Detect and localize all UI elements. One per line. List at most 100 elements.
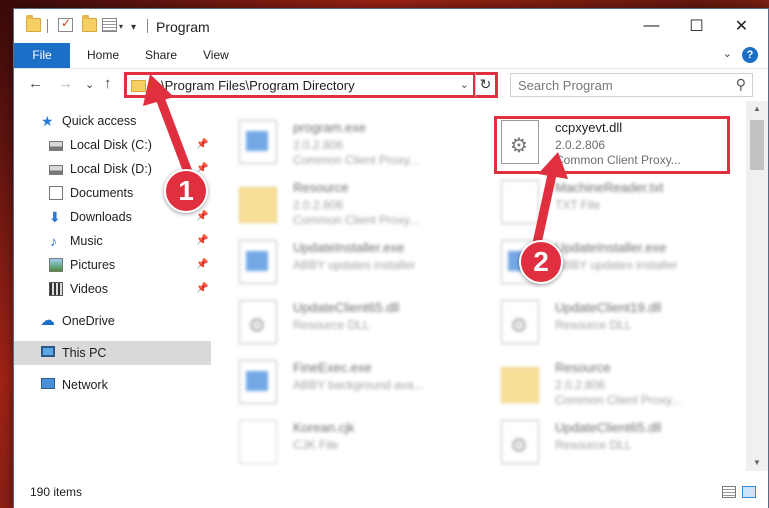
up-button[interactable]: ↑ — [104, 75, 112, 92]
file-type: Resource DLL — [555, 438, 632, 452]
sidebar-item-label: Local Disk (C:) — [70, 138, 152, 152]
back-button[interactable]: ← — [28, 75, 43, 92]
cjk-file-icon — [239, 420, 277, 464]
sidebar-item-label: Local Disk (D:) — [70, 162, 152, 176]
ribbon-controls: ⌄ ? — [723, 47, 758, 63]
file-version: 2.0.2.806 — [555, 378, 606, 392]
tab-share[interactable]: Share — [145, 43, 177, 68]
sidebar-item-label: This PC — [62, 346, 107, 360]
new-folder-icon[interactable] — [82, 15, 97, 32]
minimize-button[interactable]: — — [629, 9, 674, 43]
exe-icon — [239, 240, 277, 284]
file-description: Common Client Proxy... — [293, 213, 419, 227]
file-name: UpdateClient65.dll — [555, 420, 662, 435]
file-tile[interactable]: Korean.cjk CJK File — [223, 415, 463, 471]
file-explorer-window: ▾ ▾ Program — ☐ ✕ File Home Share View ⌄… — [13, 8, 769, 508]
dll-icon — [501, 420, 539, 464]
customize-toolbar-icon[interactable]: ▾ — [131, 22, 136, 33]
file-name: FineExec.exe — [293, 360, 372, 375]
scrollbar-thumb[interactable] — [750, 120, 764, 170]
search-box[interactable]: Search Program ⚲ — [510, 73, 753, 97]
view-toggle — [722, 486, 756, 498]
sidebar-item-local-disk-c[interactable]: Local Disk (C:) 📌 — [14, 133, 211, 157]
file-description: ABBY updates installer — [293, 258, 416, 272]
recent-locations-button[interactable]: ⌄ — [85, 78, 94, 91]
download-icon: ⬇ — [49, 209, 61, 225]
file-tile[interactable]: UpdateClient65.dll Resource DLL — [485, 415, 725, 471]
sidebar-item-label: Downloads — [70, 210, 132, 224]
step-2-badge: 2 — [519, 240, 563, 284]
exe-icon — [239, 120, 277, 164]
pin-icon[interactable]: 📌 — [196, 133, 208, 157]
tiles-view-icon[interactable] — [742, 486, 756, 498]
pictures-icon — [49, 258, 63, 272]
file-description: Common Client Proxy... — [555, 393, 681, 407]
file-tile[interactable]: Resource 2.0.2.806 Common Client Proxy..… — [223, 175, 463, 231]
divider — [147, 19, 148, 33]
divider — [47, 19, 48, 33]
sidebar-item-label: Network — [62, 378, 108, 392]
disk-icon — [49, 165, 63, 175]
sidebar-item-label: Pictures — [70, 258, 116, 272]
sidebar-item-label: Quick access — [62, 114, 137, 128]
expand-ribbon-icon[interactable]: ⌄ — [723, 47, 732, 63]
file-name: MachineReader.txt — [555, 180, 664, 195]
details-view-icon[interactable] — [722, 486, 736, 498]
address-path[interactable]: C:\Program Files\Program Directory — [148, 78, 355, 93]
pin-icon[interactable]: 📌 — [196, 253, 208, 277]
close-button[interactable]: ✕ — [719, 9, 764, 43]
search-input[interactable]: Search Program — [518, 78, 613, 93]
tab-home[interactable]: Home — [87, 43, 119, 68]
file-tile[interactable]: UpdateInstaller.exe ABBY updates install… — [223, 235, 463, 291]
properties-check-icon[interactable] — [58, 16, 73, 32]
window-title: Program — [156, 19, 210, 35]
this-pc-icon — [41, 346, 55, 357]
scroll-up-arrow-icon[interactable]: ▲ — [746, 101, 768, 117]
quick-access-toolbar-icon[interactable] — [102, 18, 117, 32]
file-name: UpdateClient65.dll — [293, 300, 400, 315]
onedrive-icon: ☁ — [40, 312, 55, 329]
maximize-button[interactable]: ☐ — [674, 9, 719, 43]
file-tile[interactable]: UpdateClient19.dll Resource DLL — [485, 295, 725, 351]
file-version: 2.0.2.806 — [293, 138, 344, 152]
file-tile[interactable]: FineExec.exe ABBY background ava... — [223, 355, 463, 411]
chevron-down-icon[interactable]: ⌄ — [460, 78, 469, 91]
sidebar-item-this-pc[interactable]: This PC — [14, 341, 211, 365]
file-tile[interactable]: Resource 2.0.2.806 Common Client Proxy..… — [485, 355, 725, 411]
sidebar-item-network[interactable]: Network — [14, 373, 211, 397]
pin-icon[interactable]: 📌 — [196, 229, 208, 253]
file-type: Resource DLL — [293, 318, 370, 332]
tab-view[interactable]: View — [203, 43, 229, 68]
file-description: ABBY background ava... — [293, 378, 424, 392]
star-icon: ★ — [41, 113, 54, 129]
highlight-box-ccpxyevt — [494, 116, 730, 174]
videos-icon — [49, 282, 63, 296]
file-tile[interactable]: MachineReader.txt TXT File — [485, 175, 725, 231]
sidebar-item-videos[interactable]: Videos 📌 — [14, 277, 211, 301]
refresh-button[interactable]: ↻ — [475, 72, 498, 98]
tab-file[interactable]: File — [14, 43, 70, 68]
vertical-scrollbar[interactable]: ▲ ▼ — [746, 101, 768, 471]
pin-icon[interactable]: 📌 — [196, 277, 208, 301]
forward-button[interactable]: → — [58, 75, 73, 92]
dll-icon — [501, 300, 539, 344]
file-name: program.exe — [293, 120, 366, 135]
sidebar-item-pictures[interactable]: Pictures 📌 — [14, 253, 211, 277]
file-description: Common Client Proxy... — [293, 153, 419, 167]
exe-icon — [239, 360, 277, 404]
sidebar-item-quick-access[interactable]: ★ Quick access — [14, 109, 211, 133]
sidebar-item-label: Documents — [70, 186, 134, 200]
text-file-icon — [501, 180, 539, 224]
disk-icon — [49, 141, 63, 151]
file-tile[interactable]: UpdateClient65.dll Resource DLL — [223, 295, 463, 351]
sidebar-item-onedrive[interactable]: ☁ OneDrive — [14, 309, 211, 333]
sidebar-item-label: Videos — [70, 282, 108, 296]
file-name: UpdateInstaller.exe — [555, 240, 667, 255]
scroll-down-arrow-icon[interactable]: ▼ — [746, 455, 768, 471]
help-icon[interactable]: ? — [742, 47, 758, 63]
file-tile[interactable]: program.exe 2.0.2.806 Common Client Prox… — [223, 115, 463, 171]
file-name: Korean.cjk — [293, 420, 355, 435]
address-bar[interactable]: C:\Program Files\Program Directory ⌄ — [124, 72, 476, 98]
sidebar-item-music[interactable]: ♪ Music 📌 — [14, 229, 211, 253]
chevron-down-icon[interactable]: ▾ — [119, 22, 123, 31]
